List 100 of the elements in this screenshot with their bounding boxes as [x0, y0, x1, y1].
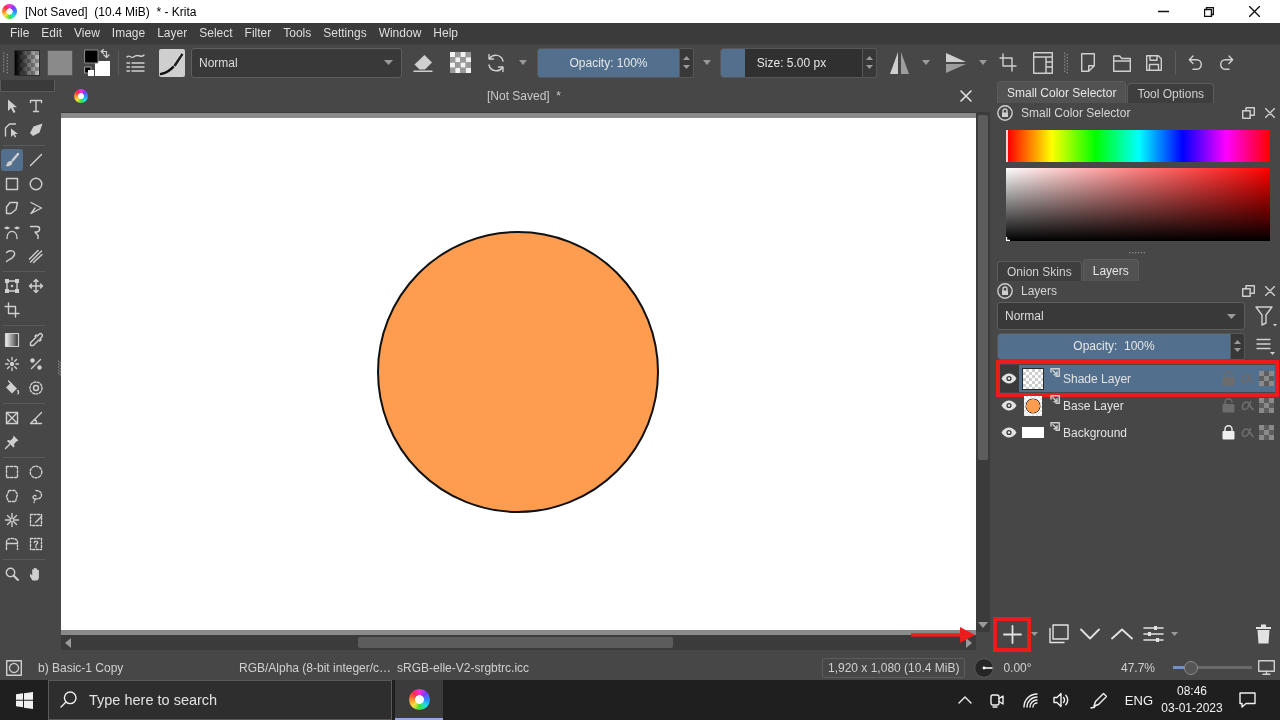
lock-badge-icon[interactable]: [997, 283, 1013, 299]
right-triangle-icon[interactable]: [966, 637, 972, 648]
dock-tab[interactable]: Layers: [1082, 259, 1139, 281]
checkerboard-icon[interactable]: [450, 52, 471, 73]
layer-name: Shade Layer: [1063, 371, 1133, 386]
menu-item[interactable]: Filter: [238, 23, 278, 44]
clock-time[interactable]: 08:46: [1177, 683, 1207, 700]
menu-item[interactable]: Help: [427, 23, 464, 44]
dock-tab[interactable]: Tool Options: [1127, 83, 1215, 103]
menu-item[interactable]: Window: [372, 23, 428, 44]
spin-buttons[interactable]: [680, 47, 694, 78]
caret-icon[interactable]: [703, 60, 711, 65]
menu-item[interactable]: View: [68, 23, 106, 44]
stacked-squares-icon[interactable]: [1047, 624, 1069, 644]
filter-icon[interactable]: [1255, 305, 1277, 327]
padlock-icon[interactable]: [1222, 425, 1235, 440]
document-title: [Not Saved] *: [487, 89, 562, 103]
chevron-down-icon[interactable]: [1080, 628, 1100, 640]
spin-buttons[interactable]: [1231, 332, 1245, 360]
plus-icon[interactable]: [1003, 624, 1022, 644]
speech-bubble-icon[interactable]: [1239, 692, 1256, 708]
brush-tool-button[interactable]: [1, 149, 23, 171]
monitor-icon[interactable]: [1258, 660, 1275, 675]
layer-row[interactable]: Base Layer: [998, 392, 1276, 419]
left-triangle-icon[interactable]: [65, 637, 71, 648]
menu-item[interactable]: Tools: [277, 23, 318, 44]
caret-icon[interactable]: [1031, 632, 1038, 636]
pattern-swatch-icon[interactable]: [47, 49, 73, 76]
resize-grip-icon[interactable]: [57, 359, 61, 376]
eraser-icon[interactable]: [413, 53, 433, 72]
chevron-up-icon[interactable]: [957, 696, 972, 704]
search-field[interactable]: Type here to search: [48, 680, 392, 720]
crop-marks-icon[interactable]: [999, 53, 1017, 72]
undo-arrow-icon[interactable]: [1188, 54, 1202, 71]
color-field[interactable]: [1006, 168, 1270, 241]
size-slider[interactable]: Size: 5.00 px: [720, 47, 863, 78]
menu-item[interactable]: Settings: [317, 23, 373, 44]
crop-tool-button[interactable]: [1, 299, 23, 321]
blank-page-icon[interactable]: [1081, 53, 1095, 72]
layer-row[interactable]: Shade Layer: [998, 365, 1276, 392]
caret-icon[interactable]: [922, 60, 930, 65]
menu-item[interactable]: Image: [105, 23, 152, 44]
mirror-triangles-icon[interactable]: [889, 50, 910, 75]
checkerboard-icon[interactable]: [1259, 371, 1274, 386]
lock-badge-icon[interactable]: [997, 105, 1013, 121]
menu-item[interactable]: Select: [193, 23, 239, 44]
sideways-triangles-icon[interactable]: [945, 51, 967, 74]
menu-item[interactable]: Layer: [151, 23, 194, 44]
brush-settings-icon[interactable]: [126, 52, 145, 73]
rotation-dial-icon[interactable]: [974, 657, 995, 678]
drag-handle-icon[interactable]: [3, 51, 8, 74]
slider-thumb[interactable]: [1184, 660, 1199, 675]
caret-icon[interactable]: [979, 60, 987, 65]
hamburger-menu-icon[interactable]: [1256, 337, 1275, 355]
caret-icon[interactable]: [519, 60, 527, 65]
refresh-icon[interactable]: [486, 52, 506, 73]
caret-icon[interactable]: [1171, 632, 1178, 636]
dashed-circle-icon[interactable]: [6, 659, 22, 676]
blend-mode-dropdown[interactable]: Normal: [997, 302, 1245, 330]
spin-buttons[interactable]: [863, 47, 877, 78]
restore-icon[interactable]: [1204, 6, 1214, 17]
four-panes-icon[interactable]: [16, 691, 33, 709]
eye-icon[interactable]: [1001, 400, 1017, 411]
float-icon[interactable]: [1242, 107, 1255, 119]
dock-tab[interactable]: Onion Skins: [997, 261, 1082, 281]
language-indicator[interactable]: ENG: [1124, 692, 1153, 708]
hue-strip[interactable]: [1006, 130, 1270, 162]
menu-item[interactable]: Edit: [35, 23, 69, 44]
close-icon[interactable]: [1249, 6, 1260, 17]
down-triangle-icon[interactable]: [978, 622, 988, 628]
opacity-slider[interactable]: Opacity: 100%: [537, 47, 680, 78]
panel-layout-icon[interactable]: [1033, 51, 1053, 74]
layer-row[interactable]: Background: [998, 419, 1276, 446]
opacity-slider[interactable]: Opacity: 100%: [997, 332, 1231, 360]
eye-icon[interactable]: [1001, 373, 1017, 384]
brush-preset-icon[interactable]: [159, 48, 185, 77]
gradient-swatch-icon[interactable]: [14, 49, 40, 76]
scrollbar-handle[interactable]: [358, 637, 673, 648]
chevron-up-icon[interactable]: [1111, 628, 1133, 640]
eye-icon[interactable]: [1001, 427, 1017, 438]
color-swatch-icon[interactable]: [84, 48, 111, 77]
taskbar-app-button[interactable]: [395, 680, 443, 720]
resize-grip-icon[interactable]: [1128, 252, 1145, 255]
redo-arrow-icon[interactable]: [1220, 54, 1234, 71]
dock-tab[interactable]: Small Color Selector: [997, 81, 1127, 103]
folder-icon[interactable]: [1113, 53, 1131, 72]
scrollbar-handle[interactable]: [978, 115, 988, 460]
clock-date[interactable]: 03-01-2023: [1161, 700, 1223, 717]
video-camera-icon[interactable]: [989, 692, 1004, 708]
pen-icon[interactable]: [1089, 691, 1107, 709]
blend-mode-dropdown[interactable]: Normal: [191, 47, 402, 78]
signal-arcs-icon[interactable]: [1022, 692, 1038, 708]
checkerboard-icon[interactable]: [1259, 398, 1274, 413]
float-icon[interactable]: [1242, 285, 1255, 297]
sliders-icon[interactable]: [1143, 625, 1164, 643]
drag-handle-icon[interactable]: [1064, 51, 1068, 74]
trash-icon[interactable]: [1255, 624, 1272, 644]
speaker-icon[interactable]: [1052, 692, 1069, 708]
menu-item[interactable]: File: [4, 23, 36, 44]
checkerboard-icon[interactable]: [1259, 425, 1274, 440]
